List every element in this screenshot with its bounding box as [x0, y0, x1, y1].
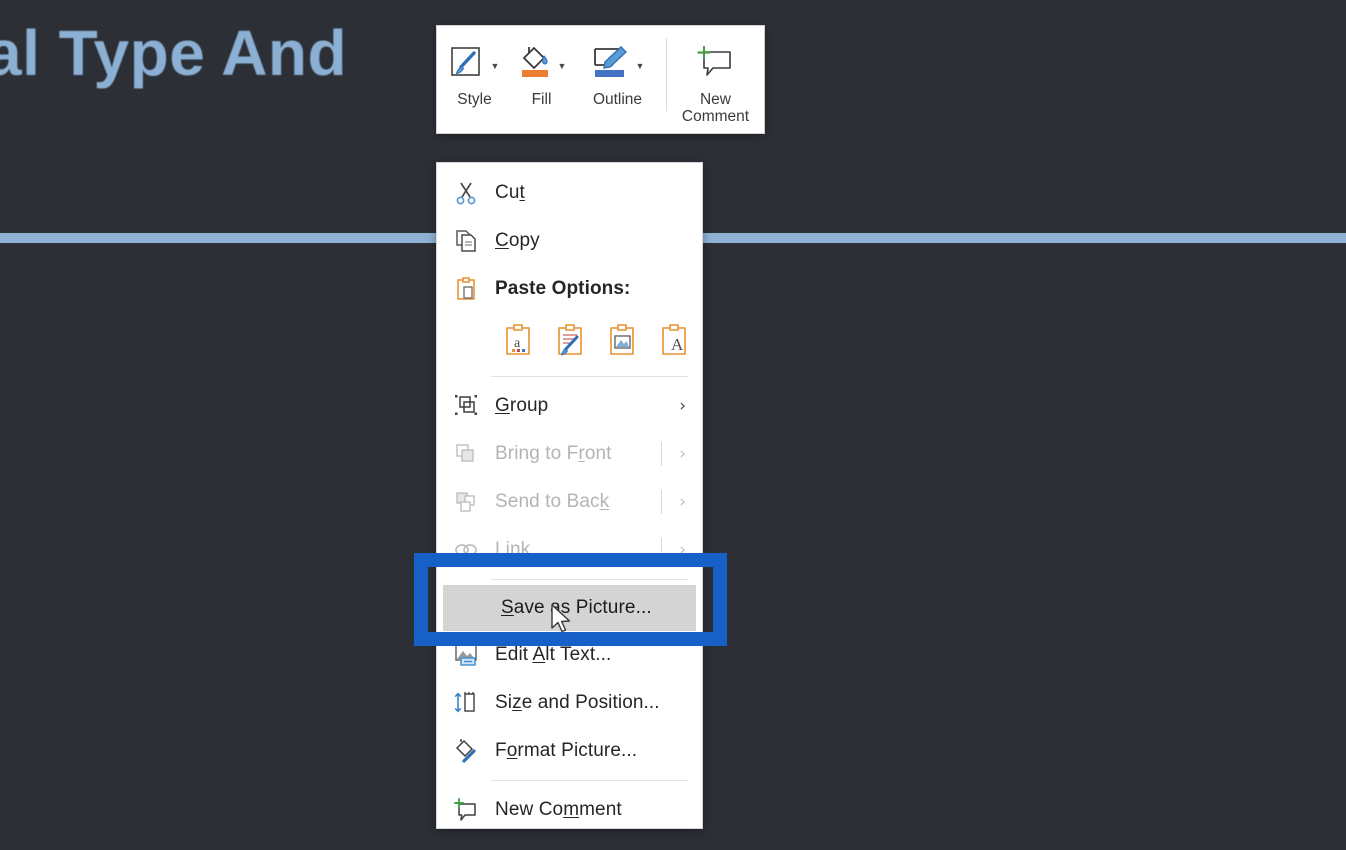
- copy-pages-icon: [456, 230, 476, 252]
- outline-pencil-icon: [593, 46, 627, 77]
- bring-to-front-icon-cell: [437, 441, 495, 467]
- outline-chevron-down-icon[interactable]: ▼: [636, 61, 645, 71]
- outline-color-swatch: [594, 70, 624, 77]
- outline-button[interactable]: ▼ Outline: [575, 32, 660, 129]
- menu-item-new-comment-label: New Comment: [495, 799, 622, 820]
- style-brush-icon: [450, 47, 480, 76]
- format-picture-icon-cell: [437, 738, 495, 764]
- paste-keep-source-icon: a: [506, 323, 530, 355]
- new-comment-button[interactable]: New Comment: [673, 32, 758, 129]
- menu-item-send-to-back: Send to Back ›: [437, 478, 702, 526]
- paste-options-row: a A: [437, 313, 702, 371]
- menu-item-copy-label: Copy: [495, 230, 540, 251]
- group-icon-cell: [437, 393, 495, 419]
- style-button[interactable]: ▼ Style: [441, 32, 508, 129]
- menu-item-link: Link ›: [437, 526, 702, 574]
- menu-item-bring-to-front: Bring to Front ›: [437, 430, 702, 478]
- send-to-back-submenu-chevron-right-icon: ›: [679, 492, 686, 512]
- menu-item-send-to-back-label: Send to Back: [495, 491, 610, 512]
- menu-item-edit-alt-text-label: Edit Alt Text...: [495, 644, 612, 665]
- style-icon-wrap: ▼: [450, 37, 500, 89]
- menu-item-size-and-position[interactable]: Size and Position...: [437, 679, 702, 727]
- style-button-label: Style: [457, 91, 492, 108]
- size-and-position-icon: [454, 692, 475, 713]
- fill-chevron-down-icon[interactable]: ▼: [558, 61, 567, 71]
- link-icon-cell: [437, 537, 495, 563]
- mini-floating-toolbar: ▼ Style ▼ Fill ▼ Outline New Comment: [436, 25, 765, 134]
- menu-item-bring-to-front-label: Bring to Front: [495, 443, 612, 464]
- toolbar-separator: [666, 38, 667, 111]
- menu-item-save-as-picture-label: Save as Picture...: [501, 597, 652, 618]
- size-and-position-icon-cell: [437, 690, 495, 716]
- menu-item-group[interactable]: Group ›: [437, 382, 702, 430]
- menu-item-size-and-position-label: Size and Position...: [495, 692, 660, 713]
- scissors-icon: [456, 182, 476, 205]
- send-to-back-icon-cell: [437, 489, 495, 515]
- send-to-back-icon: [456, 492, 475, 512]
- slide-title-text: al Type And: [0, 17, 348, 89]
- outline-icon-wrap: ▼: [591, 37, 645, 89]
- menu-item-copy[interactable]: Copy: [437, 217, 702, 265]
- style-chevron-down-icon[interactable]: ▼: [491, 61, 500, 71]
- menu-item-paste-options: Paste Options:: [437, 265, 702, 313]
- outline-button-label: Outline: [592, 91, 643, 108]
- fill-bucket-icon: [521, 46, 548, 77]
- new-comment-label-line2: Comment: [681, 108, 750, 125]
- clipboard-icon: [457, 277, 475, 300]
- context-menu: Cut Copy Paste Options: a A Group › Brin…: [436, 162, 703, 829]
- new-comment-icon: [454, 798, 476, 821]
- menu-item-paste-options-label: Paste Options:: [495, 278, 631, 299]
- bring-to-front-arrow-divider: [661, 442, 662, 466]
- link-submenu-chevron-right-icon: ›: [679, 540, 686, 560]
- paste-text-only-icon: A: [662, 323, 686, 355]
- group-icon: [455, 395, 477, 415]
- svg-text:a: a: [514, 336, 521, 351]
- format-picture-icon: [455, 739, 476, 764]
- edit-alt-text-icon: [455, 644, 477, 666]
- menu-item-cut[interactable]: Cut: [437, 169, 702, 217]
- menu-separator-1: [491, 376, 688, 377]
- svg-text:A: A: [671, 335, 684, 354]
- new-comment-label-line1: New: [699, 91, 731, 108]
- menu-separator-2: [491, 579, 688, 580]
- toolbar-shape-group: ▼ Style ▼ Fill ▼ Outline: [441, 32, 660, 129]
- paste-picture-icon: [610, 323, 634, 355]
- cut-icon-cell: [437, 180, 495, 206]
- menu-item-link-label: Link: [495, 539, 531, 560]
- link-chain-icon: [455, 544, 477, 556]
- menu-item-format-picture[interactable]: Format Picture...: [437, 727, 702, 775]
- paste-keep-source-button[interactable]: a: [503, 323, 533, 362]
- paste-merge-formatting-icon: [558, 323, 582, 356]
- menu-item-edit-alt-text[interactable]: Edit Alt Text...: [437, 631, 702, 679]
- paste-text-only-button[interactable]: A: [659, 323, 689, 362]
- menu-item-format-picture-label: Format Picture...: [495, 740, 638, 761]
- fill-icon-wrap: ▼: [517, 37, 567, 89]
- menu-item-save-as-picture[interactable]: Save as Picture...: [443, 585, 696, 631]
- menu-separator-3: [491, 780, 688, 781]
- paste-merge-formatting-button[interactable]: [555, 323, 585, 362]
- fill-button[interactable]: ▼ Fill: [508, 32, 575, 129]
- menu-item-cut-label: Cut: [495, 182, 525, 203]
- new-comment-icon: [696, 45, 731, 76]
- send-to-back-arrow-divider: [661, 490, 662, 514]
- bring-to-front-icon: [456, 444, 474, 462]
- copy-icon-cell: [437, 228, 495, 254]
- paste-icon-cell: [437, 276, 495, 302]
- link-arrow-divider: [661, 538, 662, 562]
- edit-alt-text-icon-cell: [437, 642, 495, 668]
- fill-button-label: Fill: [531, 91, 552, 108]
- new-comment-icon-wrap: [696, 37, 736, 89]
- menu-item-group-label: Group: [495, 395, 549, 416]
- menu-item-new-comment[interactable]: New Comment: [437, 786, 702, 834]
- new-comment-button-label: New Comment: [682, 91, 749, 125]
- paste-picture-button[interactable]: [607, 323, 637, 362]
- new-comment-menu-icon-cell: [437, 797, 495, 823]
- group-submenu-chevron-right-icon[interactable]: ›: [679, 396, 686, 416]
- fill-color-swatch: [521, 70, 548, 77]
- bring-to-front-submenu-chevron-right-icon: ›: [679, 444, 686, 464]
